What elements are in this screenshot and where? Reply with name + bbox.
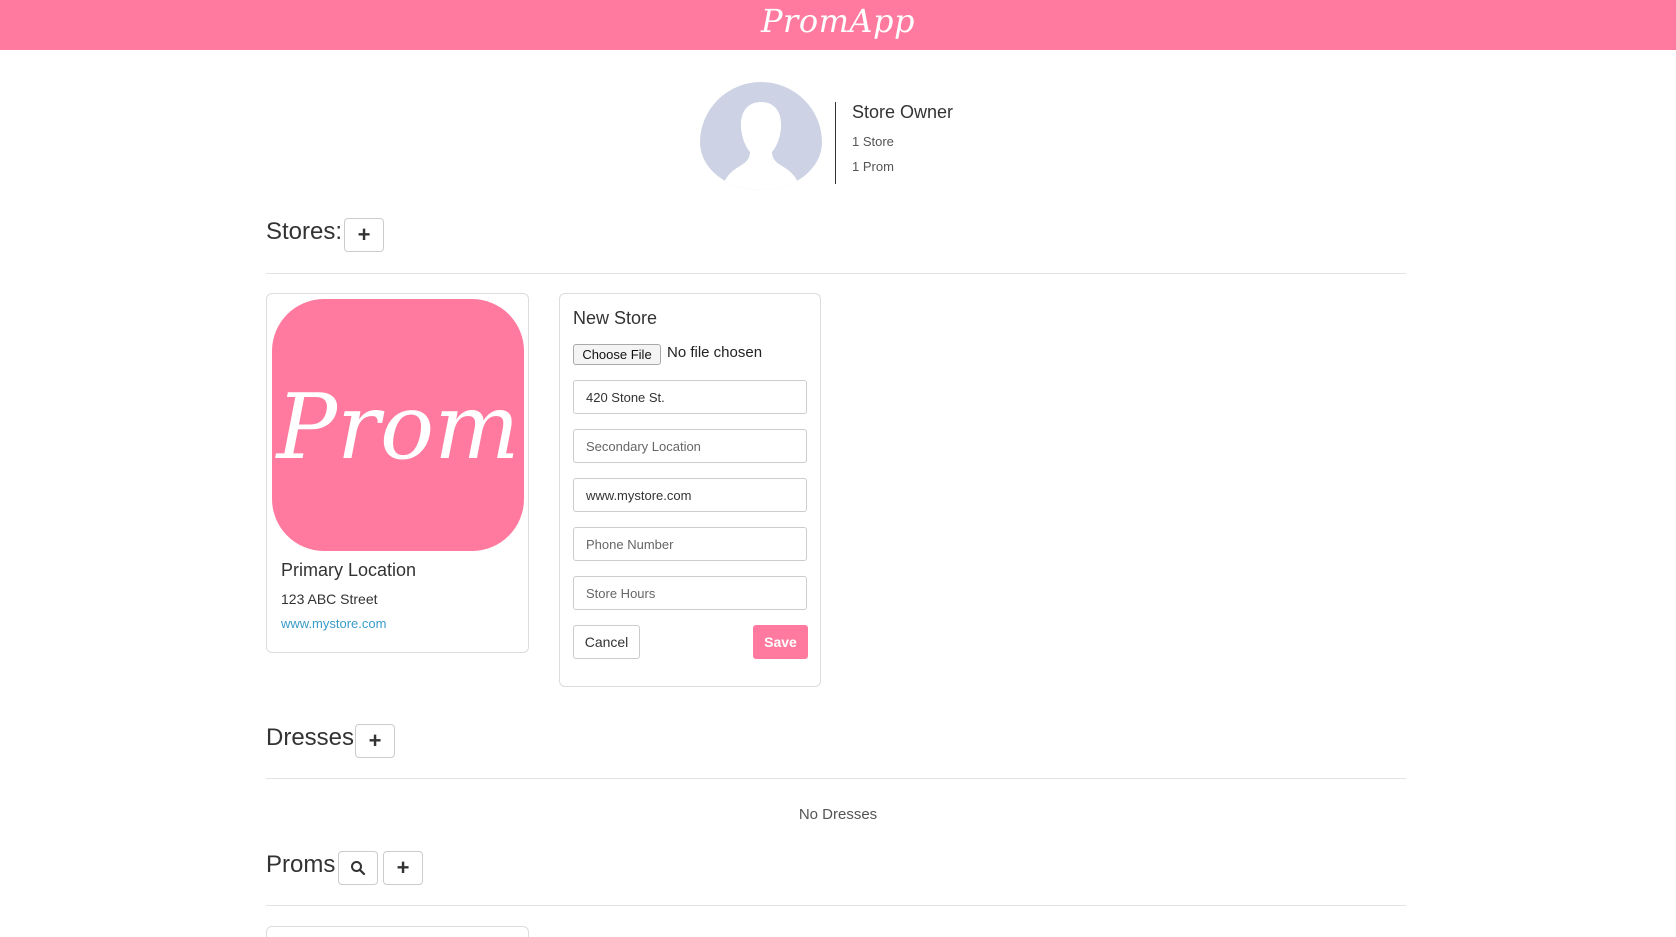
proms-count: 1 Prom xyxy=(852,159,894,174)
store-hours-input[interactable] xyxy=(573,576,807,610)
add-dress-button[interactable]: + xyxy=(355,724,395,758)
owner-name: Store Owner xyxy=(852,102,954,122)
choose-file-button[interactable]: Choose File xyxy=(573,344,661,365)
phone-number-input[interactable] xyxy=(573,527,807,561)
profile-divider xyxy=(835,102,836,184)
cancel-button[interactable]: Cancel xyxy=(573,625,640,659)
store-logo-text: Prom xyxy=(276,375,520,480)
dresses-heading: Dresses xyxy=(266,724,355,751)
avatar xyxy=(700,82,822,190)
store-card-title: Primary Location xyxy=(281,560,417,580)
add-prom-button[interactable]: + xyxy=(383,851,423,885)
store-logo: Prom xyxy=(272,299,524,551)
dresses-divider xyxy=(266,778,1406,779)
brand-logo[interactable]: PromApp xyxy=(0,2,1676,40)
no-dresses-message: No Dresses xyxy=(798,806,878,823)
new-store-form: New Store Choose File No file chosen Can… xyxy=(559,293,821,687)
search-icon xyxy=(351,861,366,876)
stores-divider xyxy=(266,273,1406,274)
prom-card[interactable] xyxy=(266,926,529,937)
secondary-location-input[interactable] xyxy=(573,429,807,463)
proms-divider xyxy=(266,905,1406,906)
plus-icon: + xyxy=(396,855,410,880)
add-store-button[interactable]: + xyxy=(344,218,384,252)
save-button[interactable]: Save xyxy=(753,625,808,659)
proms-heading: Proms xyxy=(266,851,336,878)
website-input[interactable] xyxy=(573,478,807,512)
stores-count: 1 Store xyxy=(852,134,894,149)
search-proms-button[interactable] xyxy=(338,851,378,885)
stores-heading: Stores: xyxy=(266,218,343,245)
top-navbar: PromApp xyxy=(0,0,1676,50)
file-status: No file chosen xyxy=(667,344,763,361)
new-store-title: New Store xyxy=(573,308,658,328)
store-card[interactable]: Prom Primary Location 123 ABC Street www… xyxy=(266,293,529,653)
store-card-address: 123 ABC Street xyxy=(281,591,378,607)
profile-header: Store Owner 1 Store 1 Prom xyxy=(700,82,1100,192)
primary-location-input[interactable] xyxy=(573,380,807,414)
user-silhouette-icon xyxy=(722,102,800,190)
plus-icon: + xyxy=(368,728,382,753)
store-card-website-link[interactable]: www.mystore.com xyxy=(281,616,386,631)
plus-icon: + xyxy=(357,222,371,247)
